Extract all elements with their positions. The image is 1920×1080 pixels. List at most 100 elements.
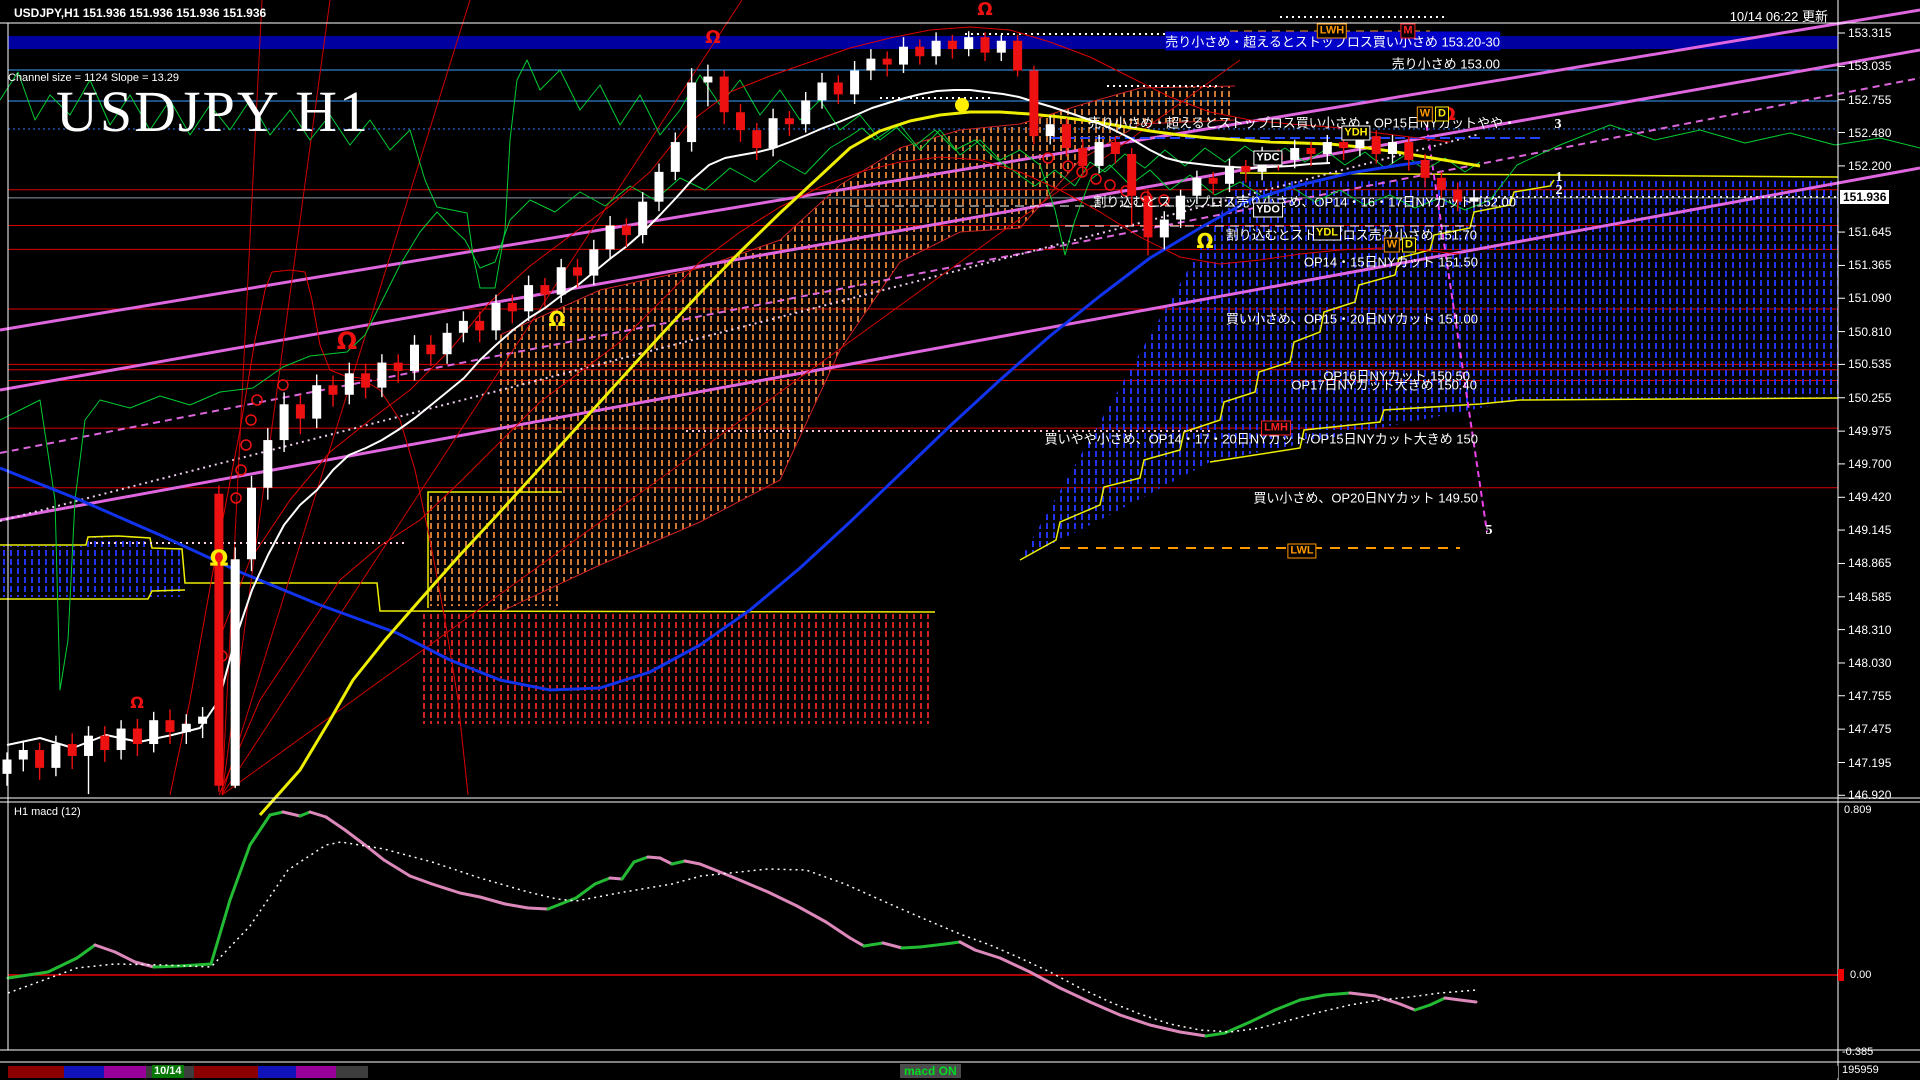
candle-body bbox=[1290, 148, 1300, 160]
macd-line bbox=[1398, 1002, 1417, 1012]
candle-body bbox=[817, 82, 827, 101]
candle-body bbox=[67, 744, 77, 756]
chart-canvas[interactable]: ΩΩΩΩΩΩΩΩ bbox=[0, 0, 1920, 1080]
macd-line bbox=[308, 810, 328, 819]
macd-line bbox=[382, 858, 412, 878]
candle-body bbox=[899, 46, 908, 65]
candle-body bbox=[621, 225, 631, 236]
candle-body bbox=[1078, 148, 1088, 166]
macd-line bbox=[632, 855, 650, 864]
price-tick-label: 148.310 bbox=[1848, 622, 1892, 637]
candle-body bbox=[132, 728, 142, 745]
macd-indicator-label: H1 macd (12) bbox=[14, 806, 81, 818]
candle-body bbox=[1388, 142, 1397, 154]
candle-body bbox=[540, 285, 550, 295]
signal-circle-marker bbox=[245, 414, 257, 426]
candle-body bbox=[1225, 165, 1234, 184]
candle-body bbox=[1110, 142, 1120, 154]
candle-body bbox=[1420, 159, 1430, 178]
candle-body bbox=[1339, 142, 1349, 149]
bar-counter: 195959 bbox=[1842, 1064, 1879, 1076]
macd-toggle-button[interactable]: macd ON bbox=[900, 1064, 961, 1078]
omega-marker: Ω bbox=[210, 547, 229, 572]
macd-scale-zero: 0.00 bbox=[1850, 969, 1872, 981]
macd-line bbox=[862, 941, 885, 948]
candle-body bbox=[51, 744, 61, 768]
macd-line bbox=[670, 859, 687, 866]
macd-line bbox=[430, 882, 462, 895]
candle-body bbox=[524, 285, 534, 312]
macd-line bbox=[133, 960, 156, 969]
price-tick-label: 147.195 bbox=[1848, 755, 1892, 770]
candle-body bbox=[181, 723, 191, 733]
candle-body bbox=[312, 385, 322, 419]
price-tick-label: 153.315 bbox=[1848, 26, 1892, 40]
price-tick-label: 151.645 bbox=[1848, 225, 1892, 240]
macd-line bbox=[1428, 996, 1447, 1007]
omega-marker: Ω bbox=[705, 27, 720, 48]
omega-marker: Ω bbox=[548, 307, 565, 331]
candle-body bbox=[866, 58, 876, 71]
trade-note: 割り込むとストップロス売り小さめ 151.70 bbox=[1225, 227, 1477, 243]
level-tag-ydc: YDC bbox=[1253, 150, 1283, 166]
candle-body bbox=[1306, 148, 1316, 154]
macd-line bbox=[1443, 996, 1462, 1002]
level-tag-d: D bbox=[1402, 237, 1416, 253]
candle-body bbox=[980, 37, 990, 53]
price-tick-label: 151.090 bbox=[1848, 291, 1892, 306]
omega-marker: Ω bbox=[130, 693, 144, 712]
candle-body bbox=[638, 201, 648, 236]
macd-line bbox=[574, 882, 597, 900]
price-tick-label: 152.755 bbox=[1848, 92, 1892, 107]
candle-body bbox=[882, 58, 892, 65]
level-tag-lmh: LMH bbox=[1261, 420, 1291, 436]
price-tick-label: 148.865 bbox=[1848, 556, 1892, 571]
trendline-label-3: 3 bbox=[1554, 117, 1562, 132]
level-tag-d: D bbox=[1435, 106, 1449, 122]
macd-line bbox=[298, 810, 312, 818]
candle-body bbox=[198, 716, 208, 724]
macd-line bbox=[324, 815, 347, 832]
macd-line bbox=[209, 898, 232, 966]
level-tag-lwh: LWH bbox=[1316, 23, 1348, 39]
macd-line bbox=[281, 810, 302, 818]
candle-body bbox=[996, 40, 1006, 53]
candle-body bbox=[165, 720, 175, 733]
candle-body bbox=[393, 362, 403, 371]
macd-line bbox=[593, 876, 612, 886]
candle-body bbox=[214, 493, 224, 786]
macd-line bbox=[900, 945, 922, 950]
trading-chart-window: { "header": { "symbol_line": "USDJPY,H1 … bbox=[0, 0, 1920, 1080]
candle-body bbox=[361, 373, 371, 388]
candle-body bbox=[442, 332, 452, 355]
candle-body bbox=[230, 559, 240, 786]
candle-body bbox=[589, 249, 599, 276]
macd-line bbox=[658, 856, 674, 866]
macd-line bbox=[608, 876, 624, 881]
price-tick-label: 150.255 bbox=[1848, 390, 1892, 405]
candle-body bbox=[1045, 124, 1055, 137]
candle-body bbox=[947, 40, 957, 50]
candle-body bbox=[279, 404, 289, 441]
candle-body bbox=[736, 112, 745, 131]
candle-body bbox=[328, 385, 338, 395]
candle-body bbox=[752, 130, 762, 149]
candle-body bbox=[605, 225, 615, 250]
candle-body bbox=[931, 40, 941, 57]
level-tag-lwl: LWL bbox=[1287, 543, 1317, 559]
candle-body bbox=[1241, 165, 1251, 172]
trade-note: 買い小さめ、OP15・20日NYカット 151.00 bbox=[1225, 311, 1478, 327]
macd-line bbox=[546, 896, 578, 911]
signal-circle-marker bbox=[235, 464, 247, 476]
candle-body bbox=[149, 720, 159, 745]
macd-line bbox=[620, 860, 636, 881]
trade-note: OP17日NYカット大きめ 150.40 bbox=[1291, 377, 1477, 393]
candle-body bbox=[1029, 70, 1039, 137]
timeline-segment bbox=[194, 1066, 258, 1078]
candle-body bbox=[801, 100, 811, 125]
macd-line bbox=[1058, 986, 1092, 1004]
macd-line bbox=[248, 813, 272, 847]
macd-line bbox=[1204, 1031, 1227, 1038]
price-tick-label: 148.030 bbox=[1848, 655, 1892, 670]
candle-body bbox=[491, 302, 501, 331]
